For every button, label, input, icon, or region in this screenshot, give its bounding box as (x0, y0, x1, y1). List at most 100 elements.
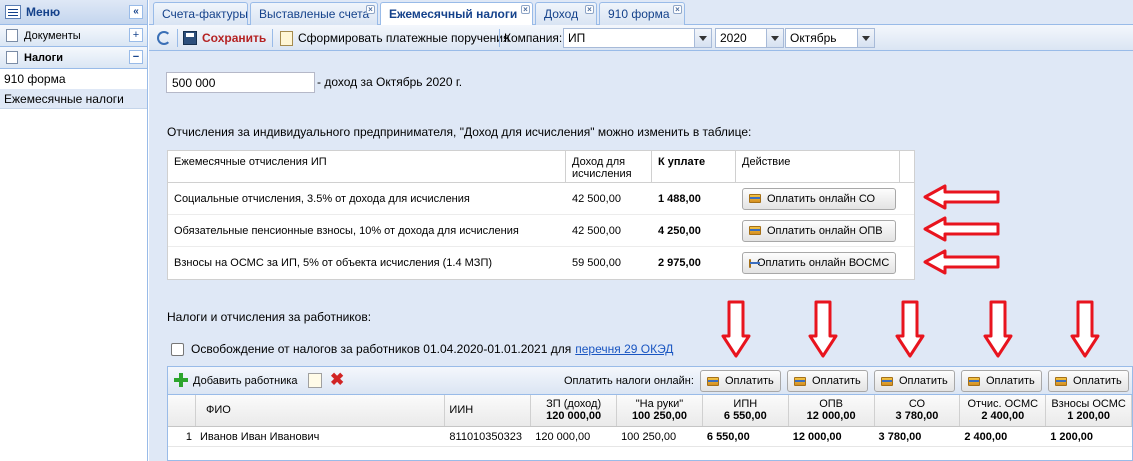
close-icon[interactable]: × (521, 5, 530, 14)
content-panel: 500 000 - доход за Октябрь 2020 г. Отчис… (149, 52, 1133, 461)
column-header-base: Доход для исчисления (566, 151, 652, 182)
column-header-net: "На руки" 100 250,00 (617, 395, 703, 426)
edit-icon[interactable] (308, 373, 322, 388)
card-icon (749, 226, 761, 235)
income-caption: - доход за Октябрь 2020 г. (317, 75, 463, 89)
save-label: Сохранить (202, 31, 267, 45)
annotation-arrow-down-icon (1070, 300, 1100, 358)
close-icon[interactable]: × (673, 5, 682, 14)
save-button[interactable]: Сохранить (183, 25, 266, 51)
tab-label: Доход (544, 7, 579, 21)
tab-label: 910 форма (608, 7, 670, 21)
sidebar-title: Меню (26, 5, 61, 19)
add-icon[interactable] (174, 373, 188, 387)
employees-toolbar: Добавить работника ✖ Оплатить налоги онл… (168, 367, 1132, 395)
column-header-action: Действие (736, 151, 900, 182)
annotation-arrow-left-icon (923, 216, 1000, 242)
pay-online-so-button[interactable]: Оплатить онлайн СО (742, 187, 896, 210)
row-base[interactable]: 42 500,00 (566, 193, 652, 205)
header-line: СО (908, 398, 926, 410)
header-line: ИПН (733, 398, 758, 410)
button-label: Оплатить (986, 375, 1035, 387)
tab-income[interactable]: Доход × (535, 2, 597, 25)
year-select[interactable]: 2020 (715, 28, 784, 48)
exemption-checkbox[interactable] (171, 342, 184, 356)
button-label: Оплатить онлайн СО (767, 192, 876, 205)
header-line: Взносы ОСМС (1051, 398, 1126, 410)
tab-invoices[interactable]: Счета-фактуры (153, 2, 248, 25)
okved-list-link[interactable]: перечня 29 ОКЭД (575, 342, 673, 356)
sidebar-group-label: Документы (24, 29, 81, 42)
employees-panel: Добавить работника ✖ Оплатить налоги онл… (167, 366, 1133, 461)
row-vosms: 1 200,00 (1050, 430, 1094, 443)
row-net: 100 250,00 (621, 430, 677, 443)
taxes-icon (6, 51, 18, 64)
refresh-button[interactable] (157, 25, 171, 51)
main-area: Счета-фактуры Выставленые счета × Ежемеся… (149, 0, 1133, 461)
row-amount: 2 975,00 (658, 257, 701, 269)
pay-so-button[interactable]: Оплатить (874, 370, 955, 392)
tab-910-form[interactable]: 910 форма × (599, 2, 685, 25)
pay-osms-button[interactable]: Оплатить (961, 370, 1042, 392)
button-label: Оплатить онлайн ОПВ (767, 224, 883, 237)
header-total: 2 400,00 (981, 410, 1025, 422)
collapse-icon[interactable]: − (129, 50, 143, 64)
employees-grid-header: ФИО ИИН ЗП (доход) 120 000,00 "На руки" 10… (168, 395, 1133, 427)
sidebar-group-label: Налоги (24, 51, 63, 64)
add-employee-button[interactable]: Добавить работника (193, 375, 298, 387)
button-label: Оплатить (725, 375, 774, 387)
chevron-down-icon[interactable] (857, 29, 874, 47)
row-base[interactable]: 42 500,00 (566, 225, 652, 237)
delete-icon[interactable]: ✖ (330, 371, 344, 388)
sidebar-group-taxes[interactable]: Налоги − (0, 47, 147, 69)
sidebar-item-910-form[interactable]: 910 форма (0, 69, 147, 89)
header-line: ОПВ (819, 398, 844, 410)
expand-icon[interactable]: + (129, 28, 143, 42)
save-icon (183, 31, 197, 45)
pay-online-opv-button[interactable]: Оплатить онлайн ОПВ (742, 219, 896, 242)
pay-ipn-button[interactable]: Оплатить (700, 370, 781, 392)
sidebar-item-monthly-taxes[interactable]: Ежемесячные налоги (0, 89, 147, 109)
row-salary: 120 000,00 (535, 430, 591, 443)
toolbar-separator (272, 29, 273, 47)
refresh-icon (157, 31, 171, 45)
column-header-amount: К уплате (652, 151, 736, 182)
column-header-spacer (900, 151, 914, 182)
header-total: 12 000,00 (806, 410, 856, 422)
header-total: 6 550,00 (723, 410, 767, 422)
column-header-name: Ежемесячные отчисления ИП (168, 151, 566, 182)
row-amount: 1 488,00 (658, 192, 701, 205)
table-row[interactable]: 1 Иванов Иван Иванович 811010350323 120 … (168, 427, 1132, 447)
company-value: ИП (568, 31, 586, 45)
pay-opv-button[interactable]: Оплатить (787, 370, 868, 392)
button-label: Оплатить (899, 375, 948, 387)
card-icon (707, 376, 719, 386)
chevron-down-icon[interactable] (766, 29, 783, 47)
column-header-fio: ФИО (196, 395, 446, 426)
button-label: Оплатить (812, 375, 861, 387)
card-icon (749, 258, 760, 268)
pay-online-vosms-button[interactable]: Оплатить онлайн ВОСМС (742, 252, 896, 274)
row-base[interactable]: 59 500,00 (566, 257, 652, 269)
collapse-sidebar-button[interactable]: « (129, 5, 143, 19)
header-total: 1 200,00 (1067, 410, 1111, 422)
ip-contributions-table: Ежемесячные отчисления ИП Доход для исчис… (167, 150, 915, 280)
company-select[interactable]: ИП (563, 28, 712, 48)
tab-label: Ежемесячный налоги (389, 7, 518, 21)
sidebar-group-documents[interactable]: Документы + (0, 25, 147, 47)
row-name: Социальные отчисления, 3.5% от дохода дл… (174, 192, 470, 205)
header-line: Доход для (572, 156, 626, 168)
close-icon[interactable]: × (366, 5, 375, 14)
income-input[interactable]: 500 000 (166, 72, 315, 93)
annotation-arrow-down-icon (983, 300, 1013, 358)
chevron-down-icon[interactable] (694, 29, 711, 47)
generate-payment-orders-button[interactable]: Сформировать платежные поручения (280, 25, 509, 51)
month-select[interactable]: Октябрь (785, 28, 875, 48)
tab-monthly-taxes[interactable]: Ежемесячный налоги × (380, 2, 533, 26)
column-header-salary: ЗП (доход) 120 000,00 (531, 395, 618, 426)
document-icon (280, 30, 293, 46)
tab-issued-bills[interactable]: Выставленые счета × (250, 2, 378, 25)
table-row: Обязательные пенсионные взносы, 10% от д… (168, 215, 914, 247)
pay-vosms-button[interactable]: Оплатить (1048, 370, 1129, 392)
close-icon[interactable]: × (585, 5, 594, 14)
